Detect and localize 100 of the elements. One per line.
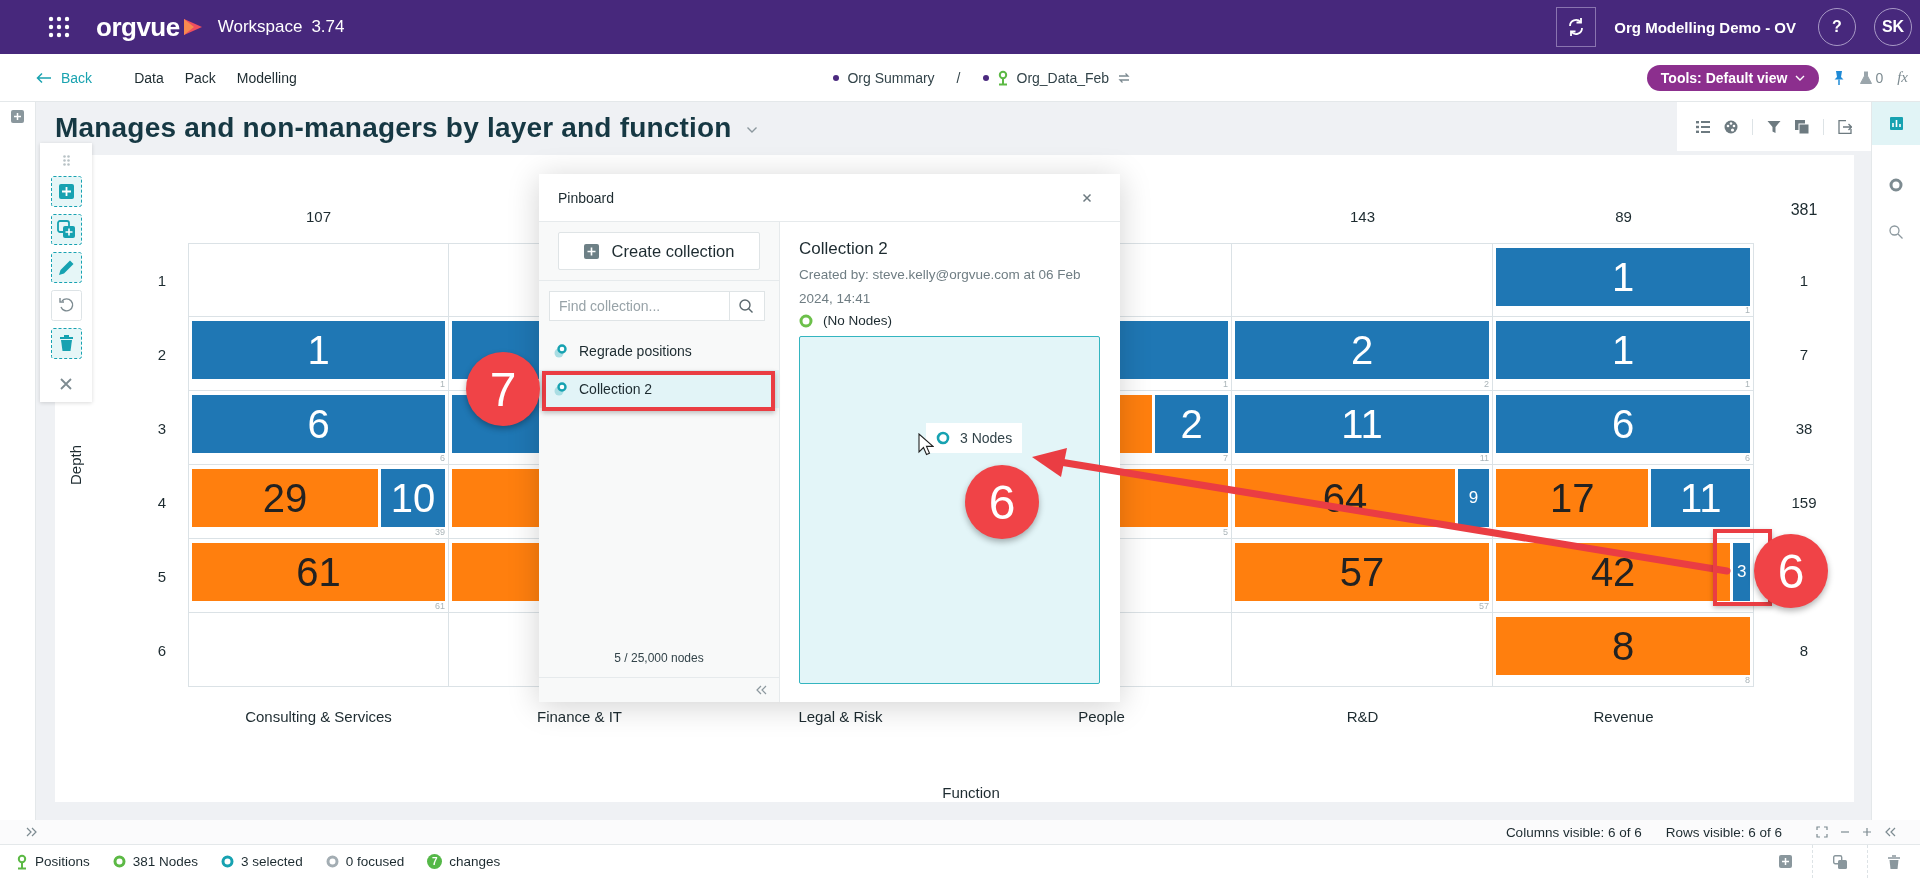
row-total: 159 [1791,493,1817,511]
axis-title: Depth [66,445,84,485]
search-icon[interactable] [1889,225,1903,239]
edit-button[interactable] [50,252,82,283]
column-total: 143 [1350,208,1375,227]
row-label: 3 [157,419,166,437]
plus-icon [583,243,599,259]
circle-icon[interactable] [1889,178,1903,192]
menu-item[interactable]: Modelling [236,69,297,86]
bar-segment[interactable]: 9 [1458,469,1489,527]
cell-count: 39 [435,527,445,537]
collection-status: (No Nodes) [823,313,893,328]
apps-menu-icon[interactable] [48,16,70,38]
list-icon[interactable] [1696,120,1710,133]
breadcrumb-link[interactable]: Org_Data_Feb [1016,69,1110,86]
chart-view-button[interactable] [1871,102,1920,145]
close-button[interactable] [59,377,73,391]
expand-panel-icon[interactable] [26,827,38,837]
bar-segment[interactable]: 6 [1496,395,1750,453]
formula-button[interactable]: fx [1897,69,1908,86]
product-name: Workspace [217,17,303,37]
cell-count: 57 [1479,601,1489,611]
duplicate-icon[interactable] [1833,854,1847,869]
menu-item[interactable]: Data [134,69,164,86]
cell-count: 1 [1745,379,1750,389]
stack-icon[interactable] [1795,119,1809,134]
tools-dropdown[interactable]: Tools: Default view [1646,64,1820,91]
bar-segment[interactable]: 29 [192,469,378,527]
bar-segment[interactable]: 6 [192,395,445,453]
row-total: 1 [1799,271,1809,289]
chart-title: Manages and non-managers by layer and function [55,112,732,144]
status-ring-icon [325,855,339,868]
cell-count: 1 [1223,379,1228,389]
close-icon[interactable] [1082,192,1092,203]
drag-handle-icon[interactable] [62,155,70,166]
collection-item[interactable]: Regrade positions [539,332,779,370]
changes-count: 7 [427,854,443,869]
export-icon[interactable] [1838,119,1852,134]
bar-segment[interactable]: 3 [1733,543,1750,601]
status-text: 381 Nodes [132,854,199,869]
search-button[interactable] [729,291,765,321]
column-label: Revenue [1593,708,1654,727]
caret-icon [1795,74,1806,81]
cell-count: 6 [1745,453,1750,463]
delete-button[interactable] [50,328,82,359]
bar-segment[interactable]: 57 [1235,543,1489,601]
bar-segment[interactable]: 10 [380,469,445,527]
bar-segment[interactable]: 8 [1496,617,1750,675]
status-text: Positions [35,854,90,869]
drag-chip[interactable]: 3 Nodes [926,423,1023,453]
pin-icon[interactable] [1833,69,1846,86]
breadcrumb-separator: / [956,69,961,86]
sync-icon[interactable] [1117,70,1132,85]
row-label: 6 [157,641,166,659]
create-collection-button[interactable]: Create collection [558,232,760,270]
undo-button[interactable] [50,290,82,321]
add-button[interactable] [50,176,82,207]
bar-segment[interactable]: 2 [1235,321,1489,379]
rows-visible: Rows visible: 6 of 6 [1665,824,1782,840]
column-label: People [1078,708,1125,727]
bar-segment[interactable]: 2 [1155,395,1228,453]
add-icon[interactable] [1779,855,1792,868]
axis-title: Function [942,783,1000,802]
fullscreen-icon[interactable] [1816,826,1828,838]
bar-segment[interactable]: 1 [1496,321,1750,379]
duplicate-button[interactable] [50,214,82,245]
status-text: 0 focused [345,854,405,869]
logo: orgvue [96,11,180,43]
cell-count: 61 [435,601,445,611]
status-ring-icon [112,855,126,868]
filter-icon[interactable] [1767,119,1781,134]
search-field[interactable]: Find collection... [549,291,729,321]
menu-item[interactable]: Pack [184,69,216,86]
bar-segment[interactable]: 1 [1496,248,1750,306]
bar-segment[interactable]: 11 [1651,469,1750,527]
flask-icon[interactable] [1859,70,1874,85]
cell-count: 1 [440,379,445,389]
collapse-panel-icon[interactable] [1884,827,1896,837]
ring-icon [936,431,950,445]
bar-segment[interactable]: 11 [1235,395,1489,453]
column-total: 89 [1615,208,1632,227]
collection-title: Collection 2 [799,239,889,259]
columns-visible: Columns visible: 6 of 6 [1505,824,1642,840]
add-icon[interactable] [11,110,24,123]
marker-icon [16,853,28,870]
refresh-button[interactable] [1556,7,1597,47]
arrow-left-icon [36,71,52,84]
bar-segment[interactable]: 1 [192,321,445,379]
marker-icon [996,69,1009,86]
caret-icon[interactable] [745,126,758,134]
cell-count: 7 [1223,453,1228,463]
palette-icon[interactable] [1724,119,1738,134]
collapse-icon[interactable] [755,685,767,695]
bar-segment[interactable]: 61 [192,543,445,601]
bar-segment[interactable]: 17 [1496,469,1649,527]
cell-count: 8 [1745,675,1750,685]
zoom-in-icon[interactable] [1862,827,1872,837]
node-usage: 5 / 25,000 nodes [613,651,705,665]
trash-icon[interactable] [1888,854,1900,869]
breadcrumb-link[interactable]: Org Summary [847,69,935,86]
